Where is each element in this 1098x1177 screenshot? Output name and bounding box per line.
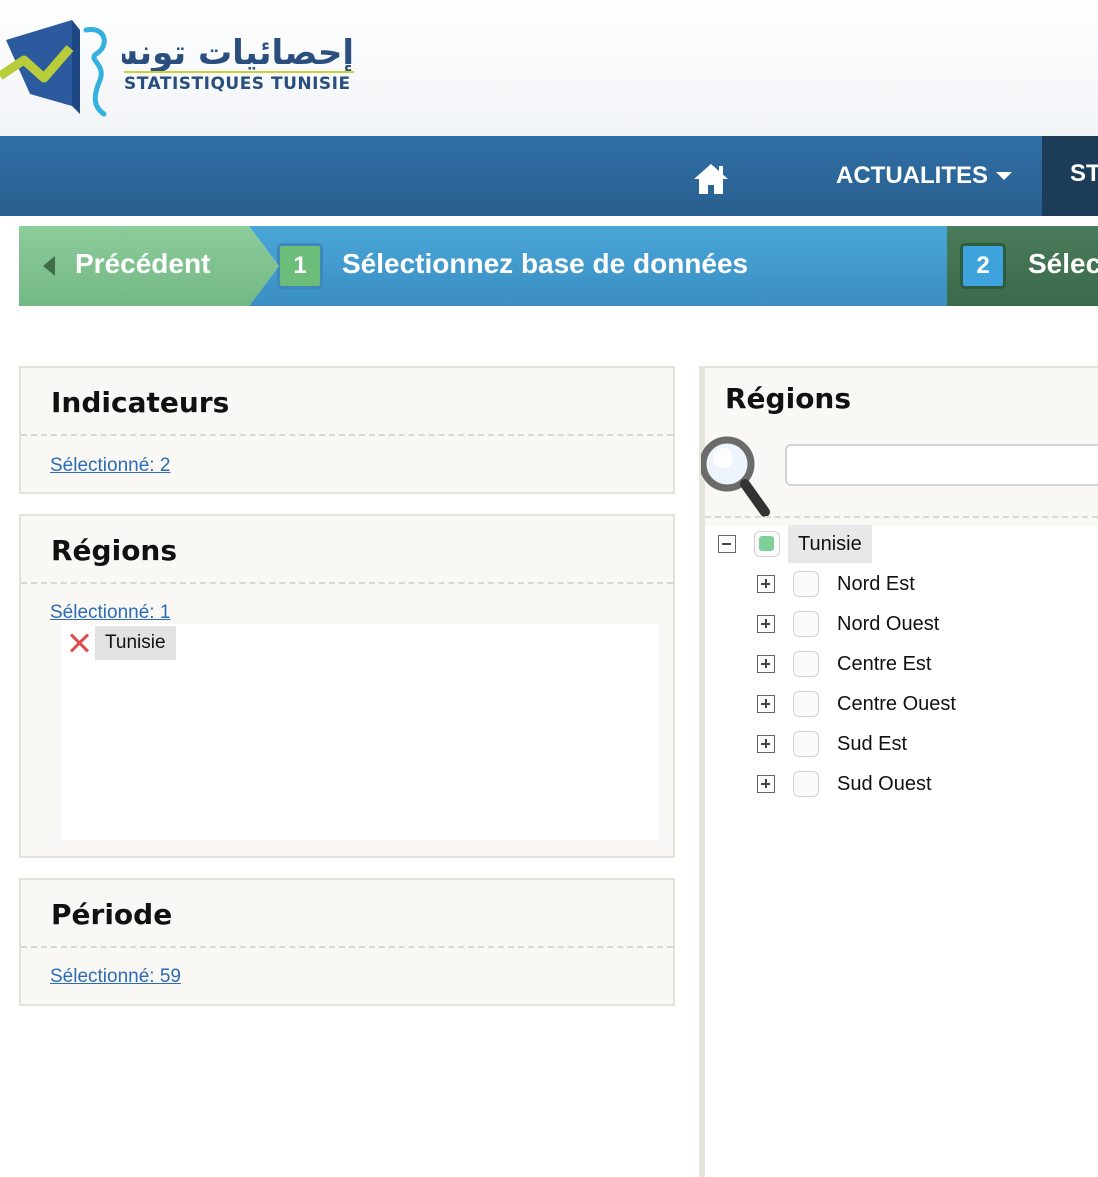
checkbox-tunisie[interactable] bbox=[754, 531, 780, 557]
main-navbar: ACTUALITES ST bbox=[0, 136, 1098, 216]
panel-regions: Régions Sélectionné: 1 Tunisie bbox=[19, 514, 675, 858]
tree-node-tunisie: Tunisie bbox=[718, 525, 872, 563]
collapse-icon[interactable] bbox=[718, 535, 736, 553]
regions-tree-panel: Régions Tunisie Nord Est Nord Ouest Cent… bbox=[701, 366, 1098, 1177]
logo-mark-icon[interactable] bbox=[0, 18, 120, 118]
tree-node-centre-est: Centre Est bbox=[757, 646, 931, 682]
divider bbox=[21, 946, 673, 948]
previous-button[interactable]: Précédent bbox=[19, 226, 279, 306]
svg-text:إحصائيات تونس: إحصائيات تونس bbox=[122, 33, 354, 72]
wizard-steps: Précédent 1 Sélectionnez base de données… bbox=[19, 226, 1098, 306]
logo-latin-text: STATISTIQUES TUNISIE bbox=[124, 74, 351, 94]
expand-icon[interactable] bbox=[757, 695, 775, 713]
expand-icon[interactable] bbox=[757, 575, 775, 593]
checkbox-centre-ouest[interactable] bbox=[793, 691, 819, 717]
panel-title: Régions bbox=[51, 534, 178, 567]
arrow-left-icon bbox=[43, 256, 55, 276]
selected-regions-list: Tunisie bbox=[61, 624, 659, 840]
panel-title: Période bbox=[51, 898, 173, 931]
regions-tree-header: Régions bbox=[701, 366, 1098, 526]
divider bbox=[705, 516, 1098, 518]
indicateurs-selected-link[interactable]: Sélectionné: 2 bbox=[50, 455, 170, 477]
checkbox-nord-est[interactable] bbox=[793, 571, 819, 597]
tree-node-sud-est: Sud Est bbox=[757, 726, 907, 762]
nav-item-statistiques[interactable]: ST bbox=[1042, 136, 1098, 216]
selected-region-label: Tunisie bbox=[95, 626, 176, 660]
expand-icon[interactable] bbox=[757, 775, 775, 793]
regions-tree-title: Régions bbox=[725, 382, 852, 415]
step-1-number: 1 bbox=[277, 243, 323, 289]
selected-region-item: Tunisie bbox=[67, 626, 176, 660]
search-icon bbox=[701, 436, 770, 517]
tree-label-nord-est[interactable]: Nord Est bbox=[837, 573, 915, 596]
site-header: إحصائيات تونس STATISTIQUES TUNISIE bbox=[0, 0, 1098, 136]
checkbox-sud-ouest[interactable] bbox=[793, 771, 819, 797]
previous-label: Précédent bbox=[75, 248, 211, 279]
nav-actualites[interactable]: ACTUALITES bbox=[836, 160, 1012, 192]
checkbox-nord-ouest[interactable] bbox=[793, 611, 819, 637]
tree-node-centre-ouest: Centre Ouest bbox=[757, 686, 956, 722]
home-button[interactable] bbox=[690, 160, 732, 196]
tree-node-nord-ouest: Nord Ouest bbox=[757, 606, 939, 642]
logo-rule bbox=[124, 71, 354, 73]
tree-label-centre-est[interactable]: Centre Est bbox=[837, 653, 931, 676]
tree-label-sud-ouest[interactable]: Sud Ouest bbox=[837, 773, 932, 796]
tree-node-nord-est: Nord Est bbox=[757, 566, 915, 602]
checkbox-centre-est[interactable] bbox=[793, 651, 819, 677]
expand-icon[interactable] bbox=[757, 735, 775, 753]
panel-indicateurs: Indicateurs Sélectionné: 2 bbox=[19, 366, 675, 494]
nav-actualites-label: ACTUALITES bbox=[836, 162, 988, 189]
home-icon bbox=[694, 164, 728, 194]
tree-node-sud-ouest: Sud Ouest bbox=[757, 766, 932, 802]
panel-title: Indicateurs bbox=[51, 386, 230, 419]
divider bbox=[21, 434, 673, 436]
tree-label-centre-ouest[interactable]: Centre Ouest bbox=[837, 693, 956, 716]
logo-arabic-text: إحصائيات تونس bbox=[91, 28, 358, 73]
step-1-label: Sélectionnez base de données bbox=[342, 248, 749, 279]
step-2-label: Sélec bbox=[1028, 248, 1098, 279]
regions-selected-link[interactable]: Sélectionné: 1 bbox=[50, 602, 170, 624]
step-2[interactable]: 2 Sélec bbox=[947, 226, 1098, 306]
divider bbox=[21, 582, 673, 584]
checkbox-sud-est[interactable] bbox=[793, 731, 819, 757]
step-1-select-database[interactable]: 1 Sélectionnez base de données bbox=[249, 226, 949, 306]
tree-label-nord-ouest[interactable]: Nord Ouest bbox=[837, 613, 939, 636]
remove-icon[interactable] bbox=[67, 631, 91, 655]
panel-periode: Période Sélectionné: 59 bbox=[19, 878, 675, 1006]
nav-item-partial-label: ST bbox=[1070, 160, 1098, 187]
chevron-down-icon bbox=[996, 172, 1012, 180]
search-input[interactable] bbox=[785, 444, 1098, 486]
periode-selected-link[interactable]: Sélectionné: 59 bbox=[50, 966, 181, 988]
step-2-number: 2 bbox=[960, 243, 1006, 289]
expand-icon[interactable] bbox=[757, 615, 775, 633]
tree-label-tunisie[interactable]: Tunisie bbox=[788, 525, 872, 563]
tree-label-sud-est[interactable]: Sud Est bbox=[837, 733, 907, 756]
expand-icon[interactable] bbox=[757, 655, 775, 673]
